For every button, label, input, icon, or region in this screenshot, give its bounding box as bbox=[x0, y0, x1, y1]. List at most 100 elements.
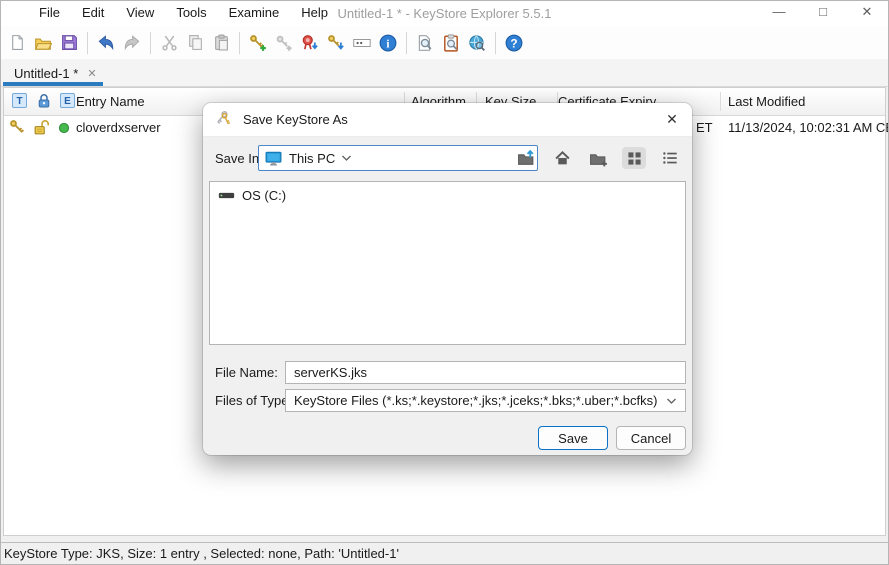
save-button-label: Save bbox=[558, 431, 588, 446]
password-field-icon bbox=[352, 35, 372, 51]
files-of-type-value: KeyStore Files (*.ks;*.keystore;*.jks;*.… bbox=[294, 393, 657, 408]
toolbar-separator bbox=[495, 32, 496, 54]
file-name-input[interactable] bbox=[285, 361, 686, 384]
dialog-title: Save KeyStore As bbox=[243, 112, 348, 127]
paste-clipboard-icon bbox=[213, 34, 230, 51]
file-list-panel[interactable]: OS (C:) bbox=[209, 181, 686, 345]
red-seal-arrow-icon bbox=[301, 34, 319, 52]
menu-view[interactable]: View bbox=[115, 0, 165, 26]
column-expiry-icon[interactable]: E bbox=[60, 93, 75, 108]
examine-clipboard-icon bbox=[442, 34, 460, 52]
menu-bar: File Edit View Tools Examine Help bbox=[28, 0, 339, 26]
cancel-button[interactable]: Cancel bbox=[616, 426, 686, 450]
import-key-pair-button[interactable] bbox=[271, 30, 297, 56]
dialog-title-bar: Save KeyStore As ✕ bbox=[203, 103, 692, 137]
grid-view-icon bbox=[627, 151, 642, 166]
properties-button[interactable]: i bbox=[375, 30, 401, 56]
chevron-down-icon bbox=[666, 397, 677, 405]
entry-name-cell: cloverdxserver bbox=[76, 116, 161, 140]
save-keystore-button[interactable] bbox=[56, 30, 82, 56]
save-in-value: This PC bbox=[289, 151, 335, 166]
sign-seal-button[interactable] bbox=[297, 30, 323, 56]
column-type-icon[interactable]: T bbox=[12, 93, 27, 108]
column-entry-name[interactable]: Entry Name bbox=[76, 88, 145, 115]
tab-close-icon[interactable]: ✕ bbox=[87, 67, 96, 80]
new-file-icon bbox=[9, 34, 26, 51]
toolbar: i ? bbox=[0, 26, 889, 59]
file-name-label: File Name: bbox=[215, 365, 278, 380]
maximize-button[interactable]: □ bbox=[801, 0, 845, 26]
up-folder-button[interactable] bbox=[514, 147, 538, 169]
info-icon: i bbox=[379, 34, 397, 52]
cancel-button-label: Cancel bbox=[631, 431, 671, 446]
tab-bar: Untitled-1 * ✕ bbox=[0, 59, 889, 87]
menu-examine[interactable]: Examine bbox=[218, 0, 291, 26]
save-keystore-dialog: Save KeyStore As ✕ Save In: This PC OS (… bbox=[203, 103, 692, 455]
files-of-type-dropdown[interactable]: KeyStore Files (*.ks;*.keystore;*.jks;*.… bbox=[285, 389, 686, 412]
open-folder-icon bbox=[34, 34, 52, 52]
column-divider bbox=[720, 92, 721, 111]
examine-ssl-globe-icon bbox=[468, 34, 486, 52]
import-trusted-certificate-button[interactable] bbox=[323, 30, 349, 56]
unlocked-padlock-icon bbox=[33, 119, 50, 136]
chevron-down-icon bbox=[341, 154, 352, 162]
status-bar: KeyStore Type: JKS, Size: 1 entry , Sele… bbox=[0, 542, 889, 565]
help-button[interactable]: ? bbox=[501, 30, 527, 56]
home-icon bbox=[554, 150, 571, 167]
examine-file-button[interactable] bbox=[412, 30, 438, 56]
close-button[interactable]: ✕ bbox=[845, 0, 889, 26]
menu-edit[interactable]: Edit bbox=[71, 0, 115, 26]
dialog-close-icon[interactable]: ✕ bbox=[652, 111, 692, 128]
new-keystore-button[interactable] bbox=[4, 30, 30, 56]
last-modified-cell: 11/13/2024, 10:02:31 AM CET bbox=[728, 116, 889, 140]
toolbar-separator bbox=[150, 32, 151, 54]
file-item-os-c[interactable]: OS (C:) bbox=[210, 182, 685, 203]
file-item-label: OS (C:) bbox=[242, 188, 286, 203]
save-in-combobox[interactable]: This PC bbox=[258, 145, 538, 171]
files-of-type-label: Files of Type: bbox=[215, 393, 292, 408]
save-button[interactable]: Save bbox=[538, 426, 608, 450]
folder-up-icon bbox=[517, 150, 536, 167]
tab-label: Untitled-1 * bbox=[14, 66, 78, 81]
dialog-toolbar bbox=[514, 147, 682, 169]
cut-scissors-icon bbox=[161, 34, 178, 51]
open-keystore-button[interactable] bbox=[30, 30, 56, 56]
menu-tools[interactable]: Tools bbox=[165, 0, 217, 26]
list-view-button[interactable] bbox=[658, 147, 682, 169]
paste-button[interactable] bbox=[208, 30, 234, 56]
column-lock-icon[interactable] bbox=[36, 93, 52, 109]
copy-button[interactable] bbox=[182, 30, 208, 56]
keys-icon bbox=[215, 111, 233, 129]
home-button[interactable] bbox=[550, 147, 574, 169]
toolbar-separator bbox=[406, 32, 407, 54]
svg-text:?: ? bbox=[510, 36, 517, 50]
title-bar: Untitled-1 * - KeyStore Explorer 5.5.1 F… bbox=[0, 0, 889, 26]
menu-help[interactable]: Help bbox=[290, 0, 339, 26]
save-in-label: Save In: bbox=[215, 151, 263, 166]
undo-icon bbox=[97, 34, 115, 52]
redo-button[interactable] bbox=[119, 30, 145, 56]
new-folder-button[interactable] bbox=[586, 147, 610, 169]
certificate-expiry-cell-fragment: ET bbox=[696, 116, 713, 140]
grid-view-button[interactable] bbox=[622, 147, 646, 169]
key-pair-entry-icon bbox=[9, 119, 27, 137]
examine-ssl-button[interactable] bbox=[464, 30, 490, 56]
hard-drive-icon bbox=[218, 189, 235, 202]
set-password-button[interactable] bbox=[349, 30, 375, 56]
undo-button[interactable] bbox=[93, 30, 119, 56]
cut-button[interactable] bbox=[156, 30, 182, 56]
save-floppy-icon bbox=[61, 34, 78, 51]
examine-file-icon bbox=[416, 34, 434, 52]
gray-key-plus-icon bbox=[275, 34, 293, 52]
examine-clipboard-button[interactable] bbox=[438, 30, 464, 56]
column-last-modified[interactable]: Last Modified bbox=[728, 88, 805, 115]
menu-file[interactable]: File bbox=[28, 0, 71, 26]
svg-text:i: i bbox=[386, 38, 389, 50]
active-tab-underline bbox=[3, 82, 103, 86]
window-controls: — □ ✕ bbox=[757, 0, 889, 26]
minimize-button[interactable]: — bbox=[757, 0, 801, 26]
redo-icon bbox=[123, 34, 141, 52]
gold-keys-arrow-icon bbox=[327, 34, 345, 52]
generate-key-pair-button[interactable] bbox=[245, 30, 271, 56]
gold-keys-plus-icon bbox=[249, 34, 267, 52]
